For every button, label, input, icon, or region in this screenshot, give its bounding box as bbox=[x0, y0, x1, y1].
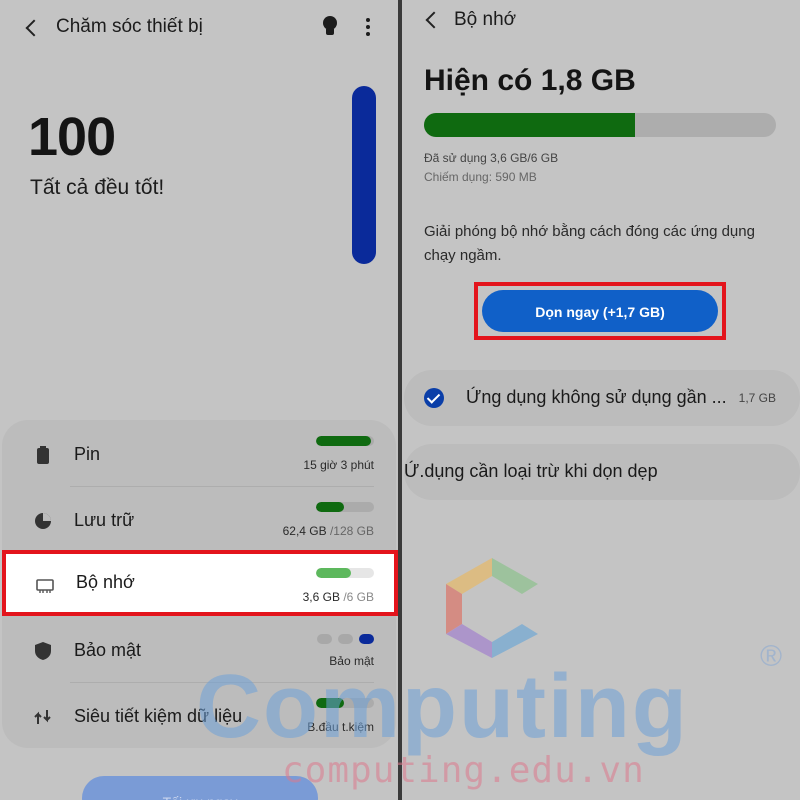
watermark-text: Computing bbox=[196, 657, 689, 757]
unused-apps-size: 1,7 GB bbox=[738, 391, 776, 405]
device-status-text: Tất cả đều tốt! bbox=[30, 176, 165, 199]
back-arrow-icon[interactable] bbox=[425, 11, 443, 29]
data-saver-icon bbox=[34, 710, 51, 724]
page-title: Bộ nhớ bbox=[454, 9, 517, 30]
memory-label: Bộ nhớ bbox=[76, 572, 135, 592]
battery-bar bbox=[316, 436, 374, 446]
watermark-url: computing.edu.vn bbox=[282, 750, 645, 791]
more-options-icon[interactable] bbox=[366, 18, 370, 36]
used-memory-text: Đã sử dụng 3,6 GB/6 GB bbox=[424, 151, 559, 165]
lightbulb-icon[interactable] bbox=[322, 16, 338, 36]
shield-icon bbox=[35, 642, 51, 660]
storage-value: 62,4 GB /128 GB bbox=[282, 524, 374, 538]
battery-item[interactable]: Pin 15 giờ 3 phút bbox=[2, 422, 396, 488]
battery-value: 15 giờ 3 phút bbox=[303, 458, 374, 472]
available-memory: Hiện có 1,8 GB bbox=[424, 64, 636, 97]
unused-apps-option[interactable]: Ứng dụng không sử dụng gần ... 1,7 GB bbox=[404, 370, 800, 426]
occupied-memory-text: Chiếm dụng: 590 MB bbox=[424, 170, 537, 184]
storage-bar bbox=[316, 502, 374, 512]
score-gauge-bar bbox=[352, 86, 376, 264]
battery-label: Pin bbox=[74, 444, 101, 464]
description-text: Giải phóng bộ nhớ bằng cách đóng các ứng… bbox=[424, 223, 755, 264]
device-score: 100 bbox=[28, 107, 116, 167]
registered-mark: ® bbox=[760, 640, 783, 673]
battery-icon bbox=[37, 446, 49, 464]
page-title: Chăm sóc thiết bị bbox=[56, 16, 203, 37]
memory-chip-icon bbox=[36, 579, 54, 593]
storage-label: Lưu trữ bbox=[74, 510, 135, 530]
memory-bar bbox=[316, 568, 374, 578]
computing-logo-watermark bbox=[446, 558, 538, 658]
storage-pie-icon bbox=[35, 513, 51, 529]
clean-now-button[interactable]: Dọn ngay (+1,7 GB) bbox=[482, 290, 718, 332]
clean-button-highlight: Dọn ngay (+1,7 GB) bbox=[474, 282, 726, 340]
excluded-apps-label: Ứ.dụng cần loại trừ khi dọn dẹp bbox=[404, 461, 658, 481]
memory-item[interactable]: Bộ nhớ 3,6 GB /6 GB bbox=[2, 550, 398, 616]
storage-item[interactable]: Lưu trữ 62,4 GB /128 GB bbox=[2, 488, 396, 554]
divider bbox=[70, 486, 374, 487]
device-care-header: Chăm sóc thiết bị bbox=[0, 0, 398, 56]
excluded-apps-option[interactable]: Ứ.dụng cần loại trừ khi dọn dẹp bbox=[404, 444, 800, 500]
security-status-dots bbox=[317, 634, 374, 644]
memory-usage-bar bbox=[424, 113, 776, 137]
memory-header: Bộ nhớ bbox=[402, 0, 800, 56]
unused-apps-label: Ứng dụng không sử dụng gần ... bbox=[466, 387, 727, 407]
security-label: Bảo mật bbox=[74, 640, 142, 660]
memory-value: 3,6 GB /6 GB bbox=[302, 590, 374, 604]
checkbox-checked-icon[interactable] bbox=[424, 388, 444, 408]
back-arrow-icon[interactable] bbox=[25, 19, 43, 37]
